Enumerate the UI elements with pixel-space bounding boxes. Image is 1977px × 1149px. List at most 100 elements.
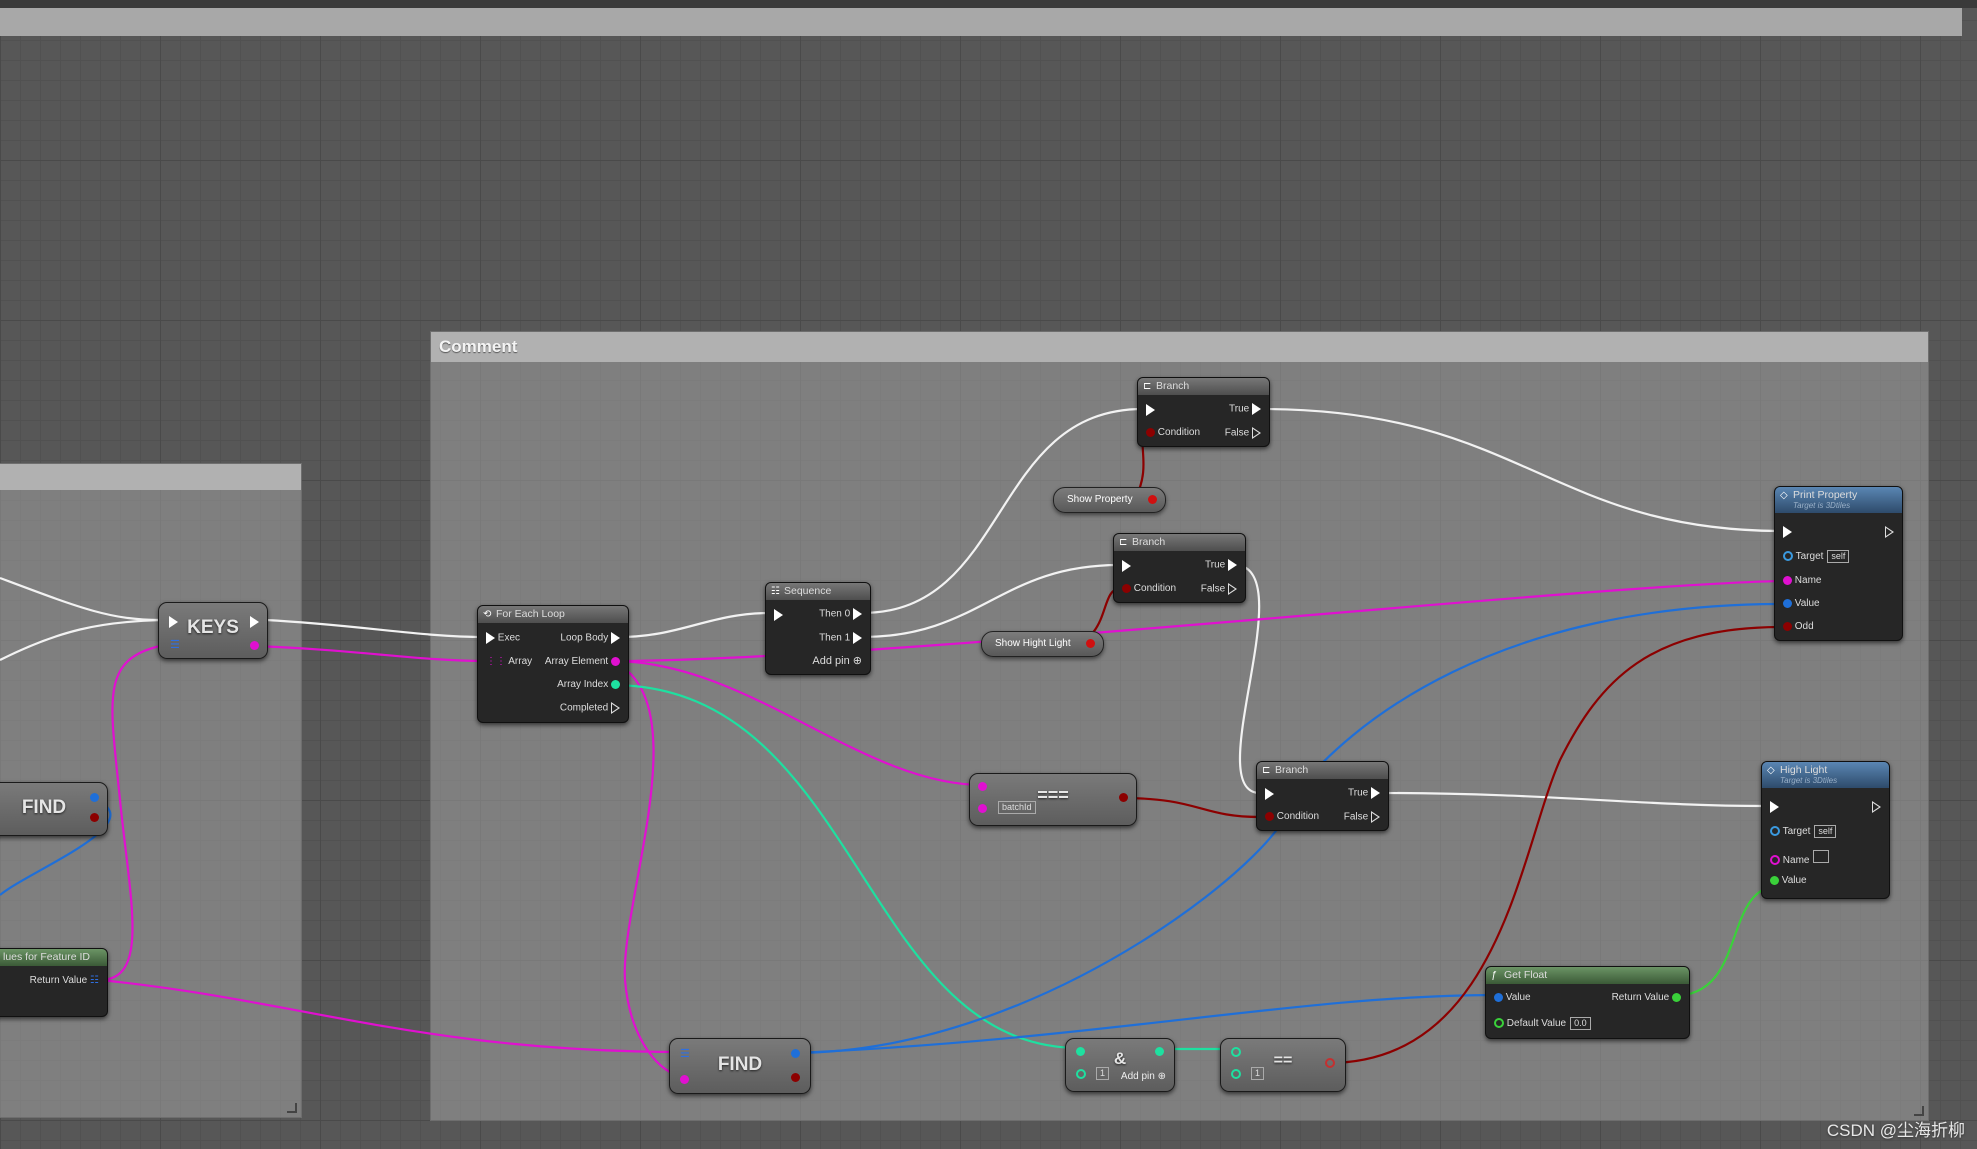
false-pin[interactable]: False (1344, 811, 1380, 824)
default-value-pin[interactable]: Default Value 0.0 (1494, 1017, 1591, 1030)
loop-body-pin[interactable]: Loop Body (560, 632, 620, 645)
exec-input-pin[interactable] (1122, 560, 1131, 572)
keys-node[interactable]: KEYS ☰ (158, 602, 268, 659)
array-index-pin[interactable]: Array Index (557, 679, 620, 691)
exec-in-pin[interactable] (169, 616, 178, 628)
exec-output-pin[interactable] (1872, 801, 1881, 813)
value-pin[interactable]: Value (1783, 598, 1820, 610)
false-pin[interactable]: False (1225, 427, 1261, 440)
exec-wire (619, 611, 771, 639)
node-title: Branch (1156, 380, 1190, 392)
struct-output-pin[interactable] (791, 1049, 800, 1058)
exec-input-pin[interactable] (1146, 404, 1155, 416)
bitwise-and-node[interactable]: & 1 Add pin ⊕ (1065, 1038, 1175, 1092)
name-pin[interactable]: Name (1770, 850, 1830, 867)
name-input-box[interactable] (1813, 850, 1830, 863)
condition-pin[interactable]: Condition (1265, 811, 1319, 823)
odd-pin[interactable]: Odd (1783, 621, 1814, 633)
bool-output-pin[interactable] (1148, 495, 1157, 504)
batchid-input[interactable]: batchId (998, 801, 1036, 814)
string-input-pin-a[interactable] (978, 782, 987, 791)
get-float-node[interactable]: ƒ Get Float Value Default Value 0.0 Return… (1485, 966, 1690, 1039)
bool-output-pin[interactable] (1325, 1058, 1335, 1068)
true-pin[interactable]: True (1348, 787, 1380, 800)
exec-output-pin[interactable] (1885, 526, 1894, 538)
int-input-pin-a[interactable] (1231, 1047, 1241, 1057)
true-pin[interactable]: True (1205, 559, 1237, 572)
return-value-pin[interactable]: Return Value (1612, 992, 1681, 1004)
branch-node-2[interactable]: ⊏ Branch Condition True False (1113, 533, 1246, 603)
int-pin-icon (611, 679, 620, 689)
target-value[interactable]: self (1827, 550, 1850, 563)
and-input-value[interactable]: 1 (1096, 1067, 1110, 1080)
exec-input-pin[interactable] (1770, 801, 1779, 813)
string-pin-icon (1770, 855, 1780, 866)
find-node-left[interactable]: FIND (0, 782, 108, 836)
then1-pin[interactable]: Then 1 (819, 632, 862, 645)
value-pin[interactable]: Value (1770, 875, 1807, 887)
show-property-variable[interactable]: Show Property (1053, 487, 1166, 513)
equal-input-value[interactable]: 1 (1251, 1067, 1265, 1080)
sequence-icon: ☷ (771, 586, 780, 597)
int-output-pin[interactable] (1155, 1047, 1164, 1056)
array-input-pin[interactable]: ⋮⋮ Array (486, 656, 532, 668)
int-input-pin-b[interactable] (1076, 1069, 1086, 1079)
then0-pin[interactable]: Then 0 (819, 608, 862, 621)
pin-label: Condition (1157, 427, 1201, 438)
branch-node-3[interactable]: ⊏ Branch Condition True False (1256, 761, 1389, 831)
add-icon: ⊕ (852, 655, 862, 667)
condition-pin[interactable]: Condition (1146, 427, 1200, 439)
add-pin-button[interactable]: Add pin ⊕ (1121, 1071, 1166, 1082)
string-wire (99, 978, 686, 1054)
bool-output-pin[interactable] (1086, 639, 1095, 648)
condition-pin[interactable]: Condition (1122, 583, 1176, 595)
map-input-pin-icon[interactable]: ☰ (680, 1047, 690, 1060)
exec-wire (265, 618, 486, 639)
string-input-pin[interactable] (680, 1075, 689, 1084)
target-pin[interactable]: Target self (1783, 550, 1850, 563)
int-input-pin-b[interactable] (1231, 1069, 1241, 1079)
bool-output-pin[interactable] (791, 1073, 800, 1082)
sequence-node[interactable]: ☷ Sequence Then 0 Then 1 Add pin ⊕ (765, 582, 871, 675)
bool-output-pin[interactable] (1119, 793, 1128, 802)
find-node-bottom[interactable]: FIND ☰ (669, 1038, 811, 1094)
show-highlight-variable[interactable]: Show Hight Light (981, 631, 1104, 657)
print-property-node[interactable]: ◇ Print Property Target is 3Dtiles Target s… (1774, 486, 1903, 641)
value-pin[interactable]: Value (1494, 992, 1531, 1004)
pin-label: Then 1 (819, 632, 851, 644)
equal-string-node[interactable]: === batchId (969, 773, 1137, 826)
bool-output-pin[interactable] (90, 813, 99, 822)
true-pin[interactable]: True (1229, 403, 1261, 416)
string-wire (99, 644, 161, 982)
map-input-pin-icon[interactable]: ☰ (170, 638, 180, 651)
return-value-pin[interactable]: Return Value ☷ (30, 975, 99, 987)
pin-label: Loop Body (560, 632, 609, 644)
array-element-pin[interactable]: Array Element (545, 656, 620, 668)
exec-pin-icon (486, 632, 495, 644)
exec-input-pin[interactable]: Exec (486, 632, 520, 645)
int-input-pin-a[interactable] (1076, 1047, 1085, 1056)
default-value-input[interactable]: 0.0 (1570, 1017, 1591, 1030)
string-input-pin-b[interactable] (978, 804, 987, 813)
name-pin[interactable]: Name (1783, 575, 1821, 587)
high-light-node[interactable]: ◇ High Light Target is 3Dtiles Target self … (1761, 761, 1890, 899)
completed-pin[interactable]: Completed (560, 702, 620, 715)
branch-node-1[interactable]: ⊏ Branch Condition True False (1137, 377, 1270, 447)
exec-input-pin[interactable] (1265, 788, 1274, 800)
blueprint-graph-canvas[interactable]: Comment KEYS ☰ FIND lues for Feature ID … (0, 0, 1977, 1149)
target-value[interactable]: self (1814, 825, 1837, 838)
false-pin[interactable]: False (1201, 583, 1237, 596)
array-output-pin[interactable] (250, 641, 259, 650)
for-each-loop-node[interactable]: ⟲ For Each Loop Exec ⋮⋮ Array Loop Body A… (477, 605, 629, 723)
get-values-feature-id-node[interactable]: lues for Feature ID Return Value ☷ (0, 948, 108, 1017)
find-title: FIND (717, 1054, 763, 1075)
target-pin[interactable]: Target self (1770, 825, 1837, 838)
exec-pin-icon (611, 632, 620, 644)
exec-out-pin[interactable] (250, 616, 259, 628)
exec-input-pin[interactable] (1783, 526, 1792, 538)
equal-int-node[interactable]: == 1 (1220, 1038, 1346, 1092)
pin-label: Return Value (1611, 992, 1670, 1003)
add-pin-button[interactable]: Add pin ⊕ (812, 655, 862, 667)
exec-input-pin[interactable] (774, 609, 783, 621)
struct-output-pin[interactable] (90, 793, 99, 802)
